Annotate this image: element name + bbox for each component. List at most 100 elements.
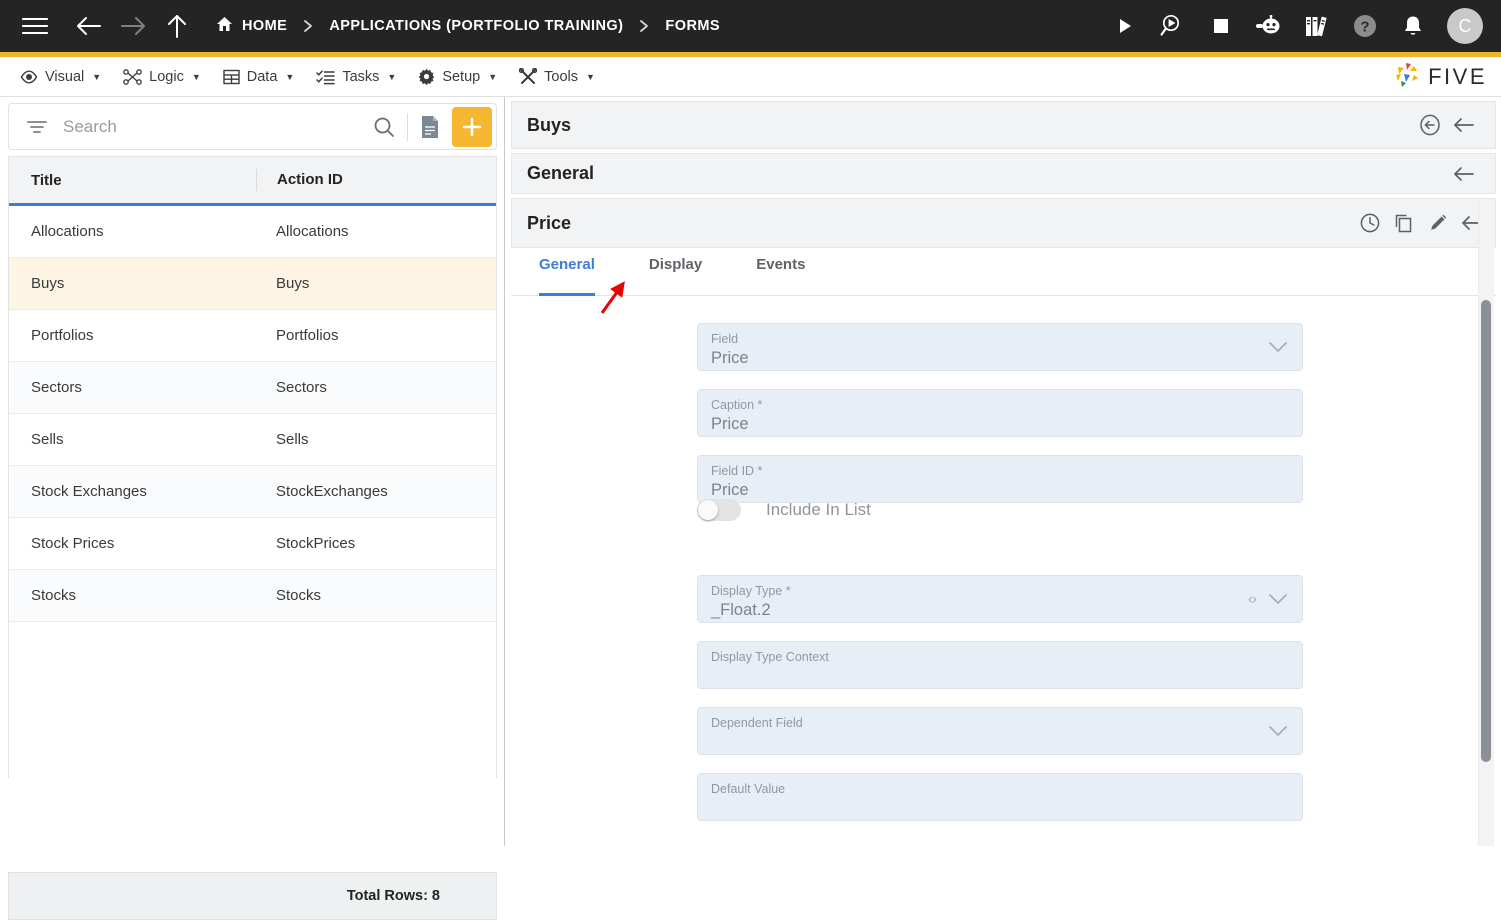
library-icon[interactable] xyxy=(1299,8,1335,44)
eye-icon xyxy=(20,70,38,84)
menu-item-setup[interactable]: Setup ▼ xyxy=(418,68,497,85)
form-field[interactable]: Dependent Field xyxy=(697,707,1303,755)
chevron-down-icon[interactable] xyxy=(1268,725,1288,737)
menu-item-tasks[interactable]: Tasks ▼ xyxy=(316,69,396,85)
table-row[interactable]: SellsSells xyxy=(9,414,496,466)
chevron-down-icon[interactable] xyxy=(1268,593,1288,605)
field-label: Field xyxy=(711,332,738,346)
section-title: Price xyxy=(527,213,571,234)
tab-general[interactable]: General xyxy=(539,252,595,296)
form-field[interactable]: Field Price xyxy=(697,323,1303,371)
breadcrumb-label: FORMS xyxy=(665,18,720,34)
search-input[interactable] xyxy=(63,117,373,137)
avatar[interactable]: C xyxy=(1447,8,1483,44)
form-field[interactable]: Caption *Price xyxy=(697,389,1303,437)
breadcrumb-item-applications[interactable]: APPLICATIONS (PORTFOLIO TRAINING) xyxy=(329,18,623,34)
table-footer: Total Rows: 8 xyxy=(8,872,497,920)
chevron-down-icon: ▼ xyxy=(488,72,497,82)
search-icon[interactable] xyxy=(373,116,395,138)
form-field[interactable]: Display Type *_Float.2‹› xyxy=(697,575,1303,623)
column-header-action-id[interactable]: Action ID xyxy=(256,169,496,191)
help-icon[interactable]: ? xyxy=(1347,8,1383,44)
cell-action-id: Stocks xyxy=(256,587,496,604)
breadcrumb: HOME APPLICATIONS (PORTFOLIO TRAINING) F… xyxy=(216,16,720,36)
arrow-up-icon[interactable] xyxy=(166,13,188,39)
cell-action-id: StockPrices xyxy=(256,535,496,552)
revert-icon[interactable] xyxy=(1413,108,1447,142)
edit-pencil-icon[interactable] xyxy=(1421,206,1455,240)
chevron-right-icon xyxy=(639,19,649,33)
flow-icon xyxy=(123,69,142,85)
history-clock-icon[interactable] xyxy=(1353,206,1387,240)
collapse-arrow-icon[interactable] xyxy=(1447,108,1481,142)
chevron-down-icon: ▼ xyxy=(192,72,201,82)
total-rows-label: Total Rows: 8 xyxy=(347,888,440,904)
table-header-row: Title Action ID xyxy=(9,157,496,206)
breadcrumb-item-home[interactable]: HOME xyxy=(216,16,287,36)
form-detail-panel: Buys General Price xyxy=(506,97,1501,846)
collapse-arrow-icon[interactable] xyxy=(1447,157,1481,191)
cell-action-id: StockExchanges xyxy=(256,483,496,500)
menu-item-logic[interactable]: Logic ▼ xyxy=(123,69,201,85)
chevron-down-icon: ▼ xyxy=(285,72,294,82)
gear-icon xyxy=(418,68,435,85)
table-row[interactable]: BuysBuys xyxy=(9,258,496,310)
breadcrumb-item-forms[interactable]: FORMS xyxy=(665,18,720,34)
menu-item-label: Tools xyxy=(544,69,578,85)
document-icon[interactable] xyxy=(420,115,440,139)
robot-icon[interactable] xyxy=(1251,8,1287,44)
code-editor-icon[interactable]: ‹› xyxy=(1248,591,1256,608)
run-icon[interactable] xyxy=(1107,8,1143,44)
hamburger-icon[interactable] xyxy=(22,17,48,35)
tab-strip: General Display Events xyxy=(511,252,1496,296)
menu-item-tools[interactable]: Tools ▼ xyxy=(519,68,595,85)
tab-events[interactable]: Events xyxy=(756,252,805,296)
cell-action-id: Sells xyxy=(256,431,496,448)
chevron-down-icon: ▼ xyxy=(92,72,101,82)
include-in-list-toggle[interactable] xyxy=(697,499,741,521)
bell-icon[interactable] xyxy=(1395,8,1431,44)
form-scrollbar-thumb[interactable] xyxy=(1481,300,1491,762)
five-logo-icon xyxy=(1392,61,1422,94)
table-icon xyxy=(223,69,240,85)
arrow-left-icon[interactable] xyxy=(76,14,102,38)
field-value: Price xyxy=(711,481,749,500)
table-row[interactable]: StocksStocks xyxy=(9,570,496,622)
top-navigation-bar: HOME APPLICATIONS (PORTFOLIO TRAINING) F… xyxy=(0,0,1501,52)
arrow-right-icon[interactable] xyxy=(120,14,146,38)
menu-item-label: Logic xyxy=(149,69,184,85)
include-in-list-label: Include In List xyxy=(766,500,871,520)
forms-list-panel: Title Action ID AllocationsAllocationsBu… xyxy=(0,97,505,846)
cell-action-id: Sectors xyxy=(256,379,496,396)
table-row[interactable]: Stock ExchangesStockExchanges xyxy=(9,466,496,518)
filter-icon[interactable] xyxy=(27,119,47,135)
breadcrumb-label: HOME xyxy=(242,18,287,34)
top-bar-actions: ? C xyxy=(1095,0,1487,52)
include-in-list-row[interactable]: Include In List xyxy=(697,499,871,521)
form-field[interactable]: Default Value xyxy=(697,773,1303,821)
chevron-right-icon xyxy=(303,19,313,33)
table-row[interactable]: SectorsSectors xyxy=(9,362,496,414)
menu-item-data[interactable]: Data ▼ xyxy=(223,69,295,85)
stop-icon[interactable] xyxy=(1203,8,1239,44)
table-row[interactable]: AllocationsAllocations xyxy=(9,206,496,258)
cell-title: Sells xyxy=(9,431,256,448)
form-field[interactable]: Field ID *Price xyxy=(697,455,1303,503)
cell-title: Buys xyxy=(9,275,256,292)
field-value: Price xyxy=(711,349,749,368)
debug-search-icon[interactable] xyxy=(1155,8,1191,44)
table-row[interactable]: PortfoliosPortfolios xyxy=(9,310,496,362)
chevron-down-icon[interactable] xyxy=(1268,341,1288,353)
add-form-button[interactable] xyxy=(452,107,492,147)
form-field[interactable]: Display Type Context xyxy=(697,641,1303,689)
field-value: _Float.2 xyxy=(711,601,771,620)
menu-item-label: Visual xyxy=(45,69,84,85)
table-body: AllocationsAllocationsBuysBuysPortfolios… xyxy=(9,206,496,622)
tab-display[interactable]: Display xyxy=(649,252,702,296)
copy-icon[interactable] xyxy=(1387,206,1421,240)
field-label: Dependent Field xyxy=(711,716,803,730)
table-row[interactable]: Stock PricesStockPrices xyxy=(9,518,496,570)
cell-action-id: Allocations xyxy=(256,223,496,240)
column-header-title[interactable]: Title xyxy=(9,172,256,189)
menu-item-visual[interactable]: Visual ▼ xyxy=(20,69,101,85)
